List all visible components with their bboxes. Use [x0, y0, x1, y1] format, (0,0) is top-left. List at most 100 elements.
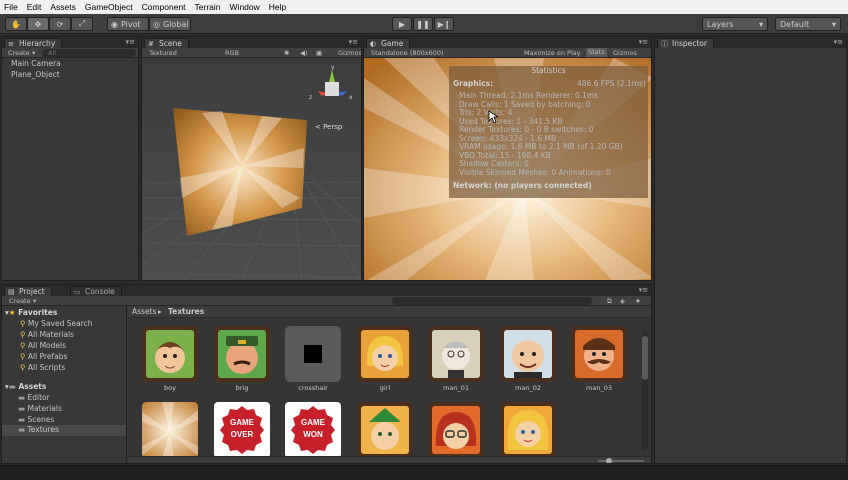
star-icon[interactable]: ★: [635, 297, 641, 305]
asset-scrollbar[interactable]: [642, 332, 648, 450]
inspector-tabbar: ⓘ Inspector ▾≡: [655, 37, 846, 48]
rotate-tool-button[interactable]: ⟳: [49, 17, 71, 31]
shading-dropdown[interactable]: Textured: [149, 49, 177, 57]
pivot-toggle[interactable]: ◉ Pivot: [107, 17, 149, 31]
tab-game[interactable]: ◐ Game: [366, 38, 411, 48]
tab-hierarchy[interactable]: ≡ Hierarchy: [4, 38, 63, 48]
thumbnail-size-slider[interactable]: [598, 460, 644, 462]
favorites-header[interactable]: ▾★ Favorites: [5, 308, 57, 317]
menu-gameobject[interactable]: GameObject: [85, 2, 133, 12]
layout-dropdown[interactable]: Default ▾: [775, 17, 841, 31]
effects-icon[interactable]: ▣: [316, 49, 322, 57]
folder-item-label: Editor: [27, 393, 50, 402]
boy-thumbnail: [142, 326, 198, 382]
pivot-icon: ◉: [111, 19, 118, 29]
project-create-button[interactable]: Create: [9, 297, 31, 305]
toolbar: ✋ ✥ ⟳ ⤢ ◉ Pivot ◎ Global ▶ ❚❚ ▶❙ Layers ▾ D…: [0, 14, 848, 34]
scene-gizmos-dropdown[interactable]: Gizmos: [338, 49, 361, 57]
pause-button[interactable]: ❚❚: [413, 17, 433, 31]
menu-component[interactable]: Component: [142, 2, 186, 12]
asset-item[interactable]: [142, 402, 198, 462]
breadcrumb-textures[interactable]: Textures: [168, 307, 204, 316]
game-gizmos-toggle[interactable]: Gizmos: [613, 49, 637, 57]
maximize-on-play-toggle[interactable]: Maximize on Play: [524, 49, 581, 57]
hand-tool-button[interactable]: ✋: [5, 17, 27, 31]
asset-item[interactable]: man_02: [500, 326, 556, 392]
asset-item[interactable]: [357, 402, 413, 462]
folder-item[interactable]: ▬ Scenes: [18, 415, 54, 424]
asset-item[interactable]: brig: [214, 326, 270, 392]
panel-menu-icon[interactable]: ▾≡: [349, 38, 358, 46]
mouse-cursor-icon: [488, 110, 498, 124]
favorite-item[interactable]: ⚲ All Models: [20, 341, 66, 350]
folder-item-label: Scenes: [27, 415, 55, 424]
asset-item[interactable]: GAME WON: [285, 402, 341, 462]
scrollbar-thumb[interactable]: [642, 336, 648, 380]
asset-item[interactable]: crosshair: [285, 326, 341, 392]
play-button[interactable]: ▶: [392, 17, 412, 31]
asset-item[interactable]: [428, 402, 484, 462]
asset-item[interactable]: [500, 402, 556, 462]
panel-menu-icon[interactable]: ▾≡: [126, 38, 135, 46]
menu-terrain[interactable]: Terrain: [195, 2, 221, 12]
favorite-item[interactable]: ⚲ All Scripts: [20, 363, 65, 372]
step-button[interactable]: ▶❙: [434, 17, 454, 31]
move-tool-button[interactable]: ✥: [27, 17, 49, 31]
menu-edit[interactable]: Edit: [27, 2, 42, 12]
tab-inspector[interactable]: ⓘ Inspector: [657, 38, 714, 48]
perspective-label[interactable]: < Persp: [315, 123, 343, 131]
layers-dropdown[interactable]: Layers ▾: [702, 17, 768, 31]
filter-label-icon[interactable]: ◈: [620, 297, 625, 305]
hierarchy-create-button[interactable]: Create: [8, 49, 30, 57]
hierarchy-search-input[interactable]: All: [42, 49, 136, 57]
game-tab-label: Game: [381, 39, 404, 48]
statistics-box: Statistics Graphics: 486.6 FPS (2.1ms) M…: [449, 66, 648, 198]
asset-item[interactable]: girl: [357, 326, 413, 392]
pivot-label: Pivot: [120, 19, 141, 29]
menu-window[interactable]: Window: [230, 2, 260, 12]
asset-item[interactable]: man_01: [428, 326, 484, 392]
lighting-icon[interactable]: ✺: [284, 49, 289, 57]
menu-assets[interactable]: Assets: [50, 2, 76, 12]
folder-item[interactable]: ▬ Materials: [18, 404, 62, 413]
panel-menu-icon[interactable]: ▾≡: [639, 38, 648, 46]
favorite-item[interactable]: ⚲ All Materials: [20, 330, 74, 339]
render-mode-dropdown[interactable]: RGB: [225, 49, 239, 57]
menu-file[interactable]: File: [4, 2, 18, 12]
svg-text:y: y: [331, 64, 335, 71]
panel-menu-icon[interactable]: ▾≡: [639, 286, 648, 294]
asset-item[interactable]: GAME OVER: [214, 402, 270, 462]
favorite-item[interactable]: ⚲ My Saved Search: [20, 319, 93, 328]
scene-viewport[interactable]: y z x < Persp: [142, 58, 362, 281]
filter-type-icon[interactable]: ⧉: [607, 297, 612, 306]
menu-help[interactable]: Help: [269, 2, 286, 12]
breadcrumb-assets[interactable]: Assets: [132, 307, 156, 316]
project-search-input[interactable]: [392, 297, 592, 305]
search-icon: ⚲: [20, 363, 26, 372]
aspect-dropdown[interactable]: Standalone (800x600): [371, 49, 444, 57]
hierarchy-item-main-camera[interactable]: Main Camera: [11, 59, 61, 68]
pause-icon: ❚❚: [416, 19, 430, 29]
assets-header[interactable]: ▾▬ Assets: [5, 382, 46, 391]
asset-item[interactable]: man_03: [571, 326, 627, 392]
hierarchy-item-plane-object[interactable]: Plane_Object: [11, 70, 60, 79]
slider-handle[interactable]: [606, 458, 612, 463]
audio-icon[interactable]: ◀): [300, 49, 308, 57]
scale-tool-button[interactable]: ⤢: [71, 17, 93, 31]
favorite-item[interactable]: ⚲ All Prefabs: [20, 352, 67, 361]
global-toggle[interactable]: ◎ Global: [149, 17, 191, 31]
folder-item-selected[interactable]: ▬ Textures: [2, 425, 126, 436]
game-over-text-2: OVER: [230, 430, 254, 439]
folder-item[interactable]: ▬ Editor: [18, 393, 50, 402]
tab-console[interactable]: ▭ Console: [70, 286, 122, 296]
tab-project[interactable]: ▤ Project: [4, 286, 52, 296]
asset-item[interactable]: boy: [142, 326, 198, 392]
stats-toggle[interactable]: Stats: [586, 48, 607, 57]
search-icon: ⚲: [20, 330, 26, 339]
tab-scene[interactable]: # Scene: [144, 38, 189, 48]
folder-item-label: Textures: [27, 425, 59, 434]
favorite-item-label: All Materials: [27, 330, 74, 339]
brig-thumbnail: [214, 326, 270, 382]
hierarchy-search-placeholder: All: [48, 49, 57, 57]
panel-menu-icon[interactable]: ▾≡: [834, 38, 843, 46]
